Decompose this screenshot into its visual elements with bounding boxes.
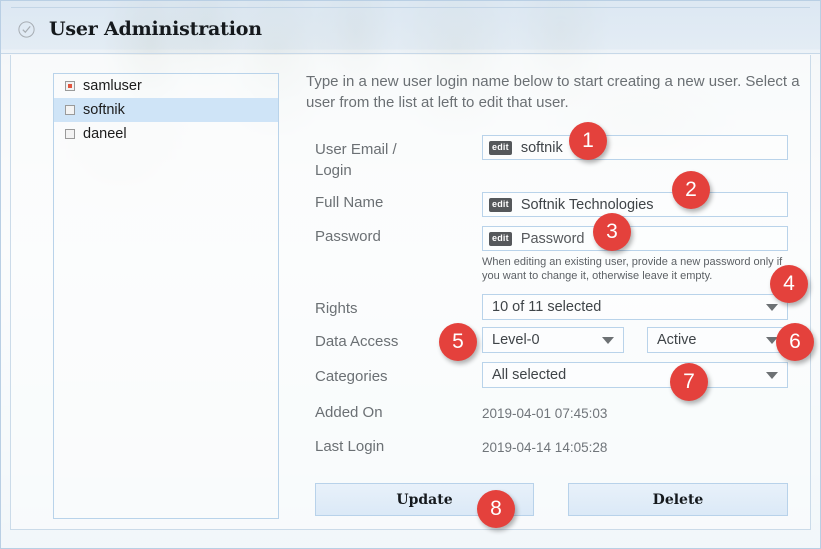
rights-label: Rights [315,300,358,317]
chevron-down-icon [766,304,778,311]
data-access-select[interactable]: Level-0 [482,327,624,353]
edit-badge-icon: edit [489,140,512,155]
callout-badge-2: 2 [672,171,710,209]
status-select[interactable]: Active [647,327,788,353]
list-item-label: samluser [83,78,142,94]
status-select-value: Active [657,332,697,348]
email-field-value: softnik [520,139,563,156]
password-field[interactable]: edit Password [482,226,788,251]
rights-select[interactable]: 10 of 11 selected [482,294,788,320]
delete-button[interactable]: Delete [568,483,788,516]
password-field-placeholder: Password [520,230,585,247]
last-login-value: 2019-04-14 14:05:28 [482,440,608,455]
user-form: Type in a new user login name below to s… [306,55,810,529]
chevron-down-icon [766,372,778,379]
list-item-samluser[interactable]: samluser [54,74,278,98]
list-item-label: softnik [83,102,125,118]
password-field-label: Password [315,228,381,245]
full-name-field-label: Full Name [315,194,384,211]
edit-badge-icon: edit [489,197,512,212]
list-item-daneel[interactable]: daneel [54,122,278,146]
categories-label: Categories [315,368,388,385]
full-name-field[interactable]: edit Softnik Technologies [482,192,788,217]
chevron-down-icon [602,337,614,344]
last-login-label: Last Login [315,438,385,455]
email-field[interactable]: edit softnik [482,135,788,160]
empty-square-icon [65,105,75,115]
full-name-field-value: Softnik Technologies [520,196,654,213]
callout-badge-5: 5 [439,323,477,361]
list-item-label: daneel [83,126,127,142]
form-intro-text: Type in a new user login name below to s… [306,73,800,111]
callout-badge-4: 4 [770,265,808,303]
callout-badge-3: 3 [593,213,631,251]
categories-select-value: All selected [492,367,567,383]
list-item-softnik[interactable]: softnik [54,98,278,122]
window-header: User Administration [1,1,820,54]
check-circle-icon [18,21,35,38]
callout-badge-7: 7 [670,363,708,401]
password-hint: When editing an existing user, provide a… [482,256,783,282]
user-list[interactable]: samluser softnik daneel [53,73,279,519]
data-access-label: Data Access [315,333,399,350]
page-title: User Administration [49,18,262,40]
content-panel: samluser softnik daneel Type in a new us… [10,55,811,530]
added-on-value: 2019-04-01 07:45:03 [482,406,608,421]
callout-badge-6: 6 [776,323,814,361]
user-administration-window: User Administration samluser softnik dan… [0,0,821,549]
data-access-select-value: Level-0 [492,332,540,348]
edit-badge-icon: edit [489,231,512,246]
callout-badge-8: 8 [477,490,515,528]
categories-select[interactable]: All selected [482,362,788,388]
added-on-label: Added On [315,404,383,421]
header-top-rule [11,7,810,8]
email-field-label: User Email / Login [315,141,397,179]
callout-badge-1: 1 [569,122,607,160]
filled-square-icon [65,81,75,91]
rights-select-value: 10 of 11 selected [492,299,602,315]
empty-square-icon [65,129,75,139]
